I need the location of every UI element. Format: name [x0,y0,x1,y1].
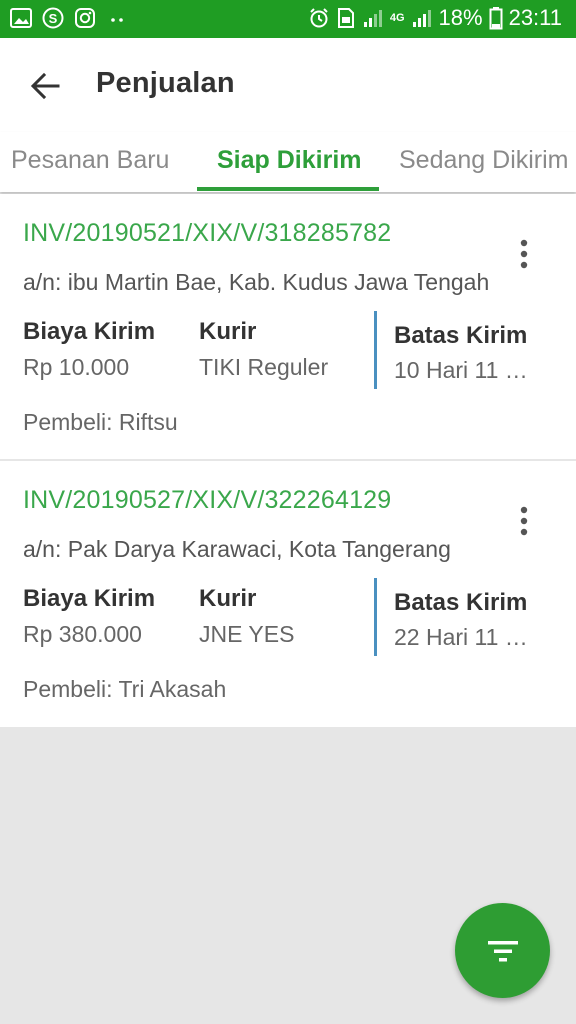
arrow-left-icon [30,72,60,100]
tab-indicator [197,187,379,191]
shipping-cost-value: Rp 10.000 [23,354,130,380]
shipping-cost-label: Biaya Kirim [23,585,156,612]
courier-value: JNE YES [199,621,295,647]
buyer-name: Pembeli: Riftsu [23,409,178,435]
gallery-icon [10,7,32,29]
instagram-icon [74,7,96,29]
app-bar: Penjualan [0,38,576,132]
shipping-cost-label: Biaya Kirim [23,318,156,345]
courier-value: TIKI Reguler [199,354,329,380]
battery-percent: 18% [438,5,483,30]
tab-sedang-dikirim[interactable]: Sedang Dikirim [399,146,569,175]
signal-icon [411,7,433,29]
order-card[interactable]: INV/20190521/XIX/V/318285782 a/n: ibu Ma… [0,194,576,459]
page-title: Penjualan [96,67,235,99]
column-divider [374,578,377,656]
shopee-icon: S [42,7,64,29]
more-vertical-icon [520,506,528,536]
sim-icon [336,7,356,29]
svg-text:S: S [49,11,58,26]
invoice-number[interactable]: INV/20190521/XIX/V/318285782 [23,219,391,248]
tab-pesanan-baru[interactable]: Pesanan Baru [11,146,169,175]
filter-button[interactable] [455,903,550,998]
signal-icon [362,7,384,29]
invoice-number[interactable]: INV/20190527/XIX/V/322264129 [23,486,391,515]
shipping-cost-value: Rp 380.000 [23,621,142,647]
more-options-button[interactable] [510,234,538,274]
more-vertical-icon [520,239,528,269]
alarm-icon [308,7,330,29]
deadline-value: 22 Hari 11 … [394,624,528,650]
recipient-address: a/n: Pak Darya Karawaci, Kota Tangerang [23,536,451,562]
deadline-value: 10 Hari 11 … [394,357,528,383]
courier-label: Kurir [199,585,257,612]
courier-label: Kurir [199,318,257,345]
tab-siap-dikirim[interactable]: Siap Dikirim [217,146,362,175]
back-button[interactable] [22,63,68,109]
order-card[interactable]: INV/20190527/XIX/V/322264129 a/n: Pak Da… [0,461,576,727]
filter-icon [487,940,518,961]
battery-icon [489,6,503,30]
deadline-label: Batas Kirim [394,589,528,616]
more-dots-icon [106,7,128,29]
status-bar: S 4G 18% 23:11 [0,0,576,38]
deadline-label: Batas Kirim [394,322,528,349]
recipient-address: a/n: ibu Martin Bae, Kab. Kudus Jawa Ten… [23,269,490,295]
tab-bar: Pesanan Baru Siap Dikirim Sedang Dikirim [0,132,576,192]
buyer-name: Pembeli: Tri Akasah [23,676,227,702]
clock: 23:11 [508,5,562,30]
network-type: 4G [389,11,405,24]
more-options-button[interactable] [510,501,538,541]
column-divider [374,311,377,389]
